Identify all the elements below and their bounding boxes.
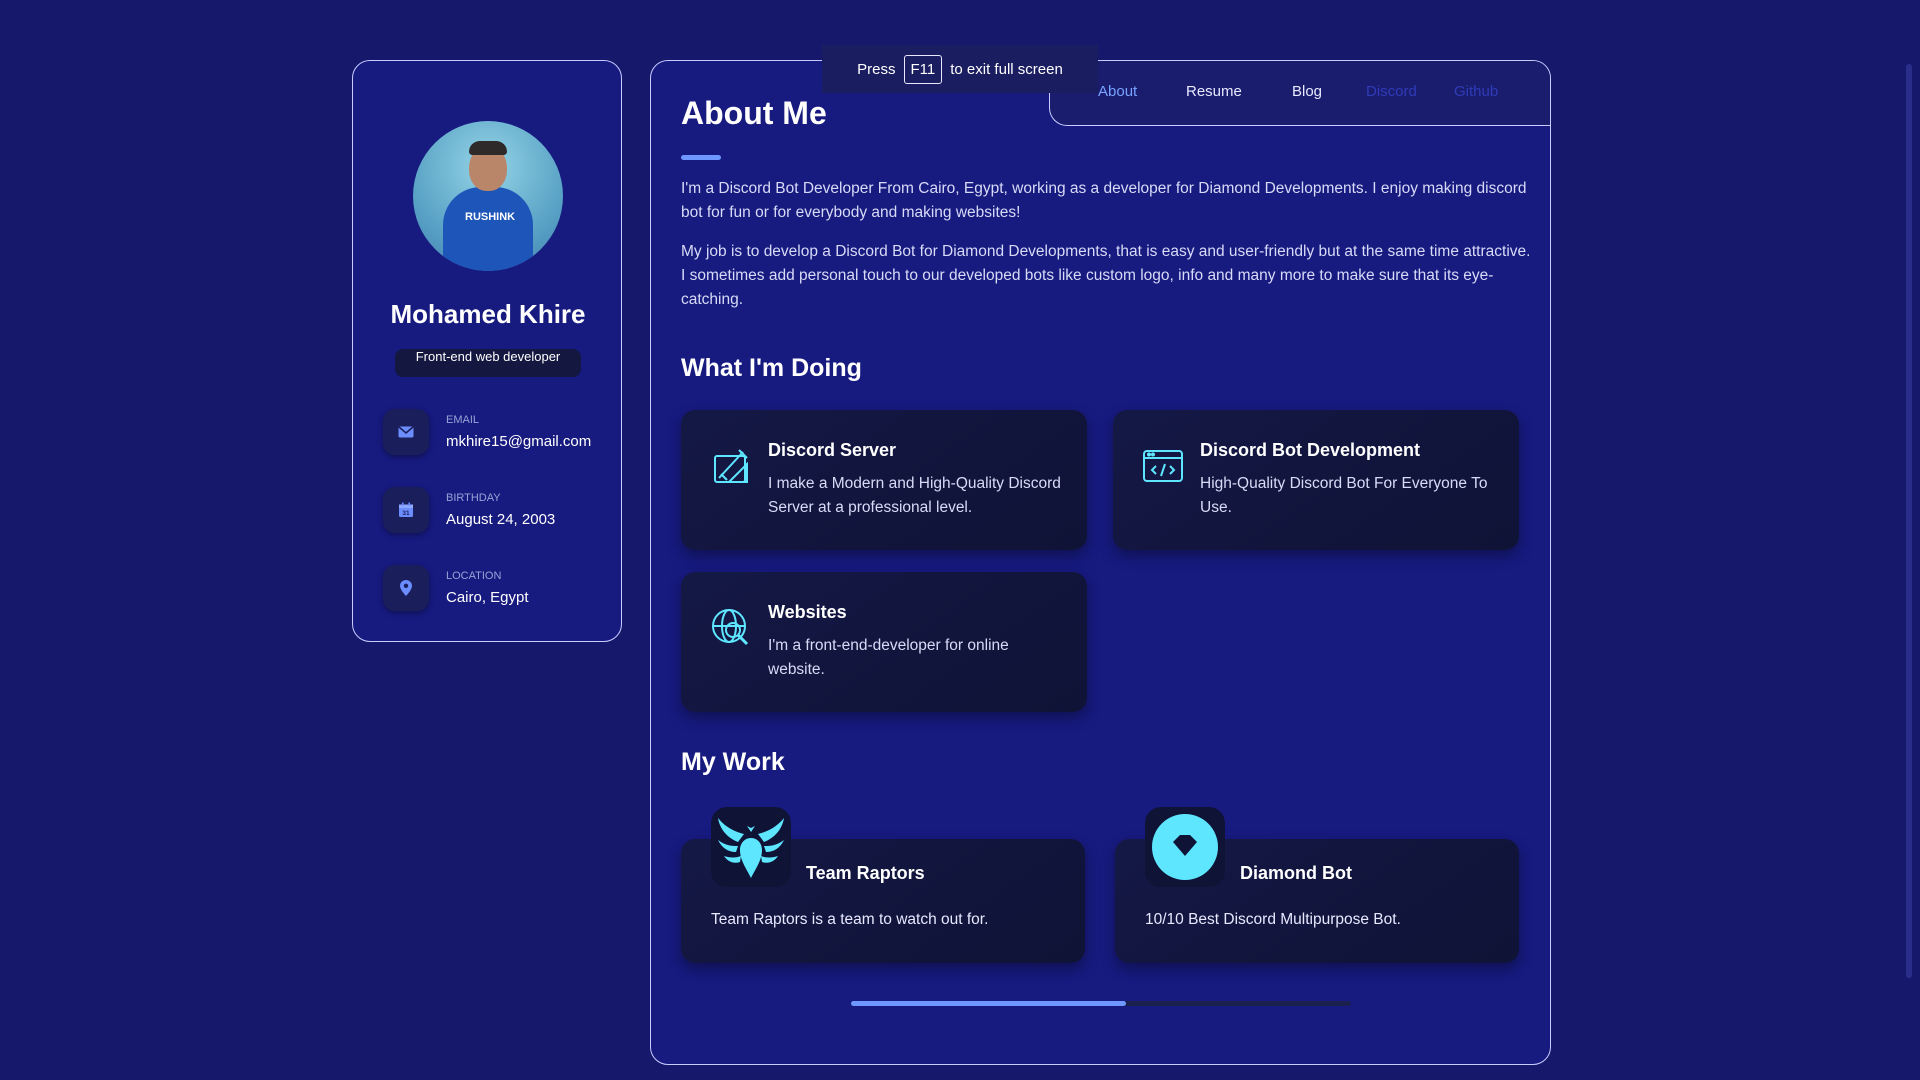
calendar-icon: 31 — [383, 487, 429, 533]
code-window-icon — [1143, 450, 1183, 482]
profile-role-badge: Front-end web developer — [395, 349, 581, 377]
service-desc: I'm a front-end-developer for online web… — [768, 637, 1009, 678]
avatar: RUSHINK — [413, 121, 563, 271]
carousel-scrollbar-thumb[interactable] — [851, 1001, 1126, 1006]
f11-key-badge: F11 — [903, 54, 943, 84]
carousel-scrollbar[interactable] — [851, 1001, 1351, 1006]
work-title: Team Raptors — [806, 863, 925, 883]
service-desc: High-Quality Discord Bot For Everyone To… — [1200, 475, 1488, 516]
diamond-logo-icon — [1145, 807, 1225, 887]
nav-github[interactable]: Github — [1454, 83, 1498, 100]
service-title: Discord Bot Development — [1200, 440, 1421, 460]
avatar-hoodie — [443, 187, 533, 271]
nav-resume[interactable]: Resume — [1186, 83, 1242, 100]
service-title: Websites — [768, 602, 847, 622]
about-article: About Resume Blog Discord Github About M… — [650, 60, 1551, 1065]
location-pin-icon — [383, 565, 429, 611]
work-title: Diamond Bot — [1240, 863, 1352, 883]
services-heading: What I'm Doing — [681, 354, 862, 382]
contact-location: Location Cairo, Egypt — [383, 565, 613, 615]
contact-birthday: 31 Birthday August 24, 2003 — [383, 487, 613, 537]
service-desc: I make a Modern and High-Quality Discord… — [768, 475, 1061, 516]
nav-discord[interactable]: Discord — [1366, 83, 1417, 100]
service-card-bot-development: Discord Bot Development High-Quality Dis… — [1113, 410, 1519, 550]
title-underline — [681, 155, 721, 160]
work-card-diamond-bot[interactable]: Diamond Bot 10/10 Best Discord Multipurp… — [1115, 807, 1519, 963]
page-title: About Me — [681, 95, 827, 131]
contact-email-label: Email — [446, 414, 480, 426]
contact-email[interactable]: Email mkhire15@gmail.com — [383, 409, 613, 459]
service-card-websites: Websites I'm a front-end-developer for o… — [681, 572, 1087, 712]
fullscreen-notice-suffix: to exit full screen — [950, 60, 1063, 78]
fullscreen-notice: Press F11 to exit full screen — [822, 45, 1098, 93]
design-tools-icon — [714, 449, 748, 483]
work-desc: 10/10 Best Discord Multipurpose Bot. — [1145, 911, 1401, 928]
contact-email-value[interactable]: mkhire15@gmail.com — [446, 433, 591, 450]
about-paragraph-1: I'm a Discord Bot Developer From Cairo, … — [681, 180, 1527, 221]
work-desc: Team Raptors is a team to watch out for. — [711, 911, 989, 928]
work-heading: My Work — [681, 748, 785, 776]
nav-about[interactable]: About — [1098, 83, 1137, 100]
page-scrollbar[interactable] — [1906, 64, 1912, 978]
raptor-logo-icon — [711, 807, 791, 887]
profile-sidebar: RUSHINK Mohamed Khire Front-end web deve… — [352, 60, 622, 642]
contact-birthday-label: Birthday — [446, 492, 501, 504]
avatar-hair — [469, 141, 507, 155]
service-title: Discord Server — [768, 440, 897, 460]
contact-location-value: Cairo, Egypt — [446, 589, 529, 606]
fullscreen-notice-prefix: Press — [857, 60, 896, 78]
contact-location-label: Location — [446, 570, 502, 582]
work-card-team-raptors[interactable]: Team Raptors Team Raptors is a team to w… — [681, 807, 1085, 963]
avatar-hoodie-text: RUSHINK — [465, 211, 516, 223]
svg-text:31: 31 — [402, 510, 410, 517]
contact-birthday-value: August 24, 2003 — [446, 511, 556, 528]
globe-search-icon — [712, 609, 749, 646]
profile-name: Mohamed Khire — [390, 299, 586, 329]
mail-icon — [383, 409, 429, 455]
nav-blog[interactable]: Blog — [1292, 83, 1322, 100]
about-paragraph-2: My job is to develop a Discord Bot for D… — [681, 243, 1531, 308]
service-card-discord-server: Discord Server I make a Modern and High-… — [681, 410, 1087, 550]
top-navbar: About Resume Blog Discord Github — [1049, 61, 1550, 126]
